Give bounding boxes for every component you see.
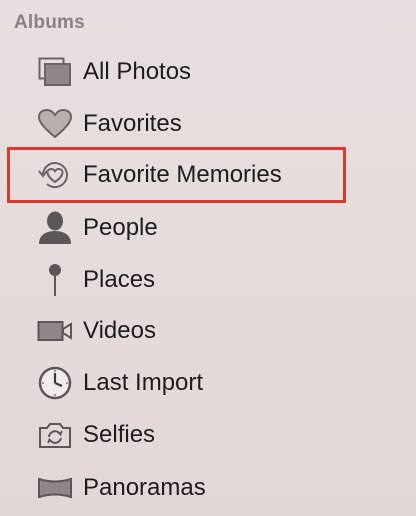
albums-section-header: Albums <box>14 12 85 33</box>
sidebar-item-label: Last Import <box>83 369 204 396</box>
sidebar-item-label: Videos <box>83 317 156 344</box>
sidebar-item-places[interactable]: Places <box>36 260 366 300</box>
person-icon <box>36 209 74 247</box>
sidebar-item-selfies[interactable]: Selfies <box>36 415 366 455</box>
sidebar-item-last-import[interactable]: Last Import <box>36 363 366 403</box>
sidebar-item-favorites[interactable]: Favorites <box>36 104 366 144</box>
selfie-camera-icon <box>36 416 74 454</box>
sidebar-item-label: Favorites <box>83 110 182 137</box>
clock-icon <box>36 364 74 402</box>
video-camera-icon <box>36 312 74 350</box>
sidebar-item-panoramas[interactable]: Panoramas <box>36 468 366 508</box>
sidebar-item-label: People <box>83 214 158 241</box>
highlight-annotation-box <box>7 147 346 203</box>
sidebar-item-videos[interactable]: Videos <box>36 311 366 351</box>
sidebar-item-label: All Photos <box>83 58 192 85</box>
sidebar-item-label: Places <box>83 266 156 293</box>
sidebar-item-label: Panoramas <box>83 474 206 501</box>
sidebar-item-people[interactable]: People <box>36 208 366 248</box>
photos-stack-icon <box>36 53 74 91</box>
pin-icon <box>36 261 74 299</box>
albums-sidebar: Albums All Photos Favorites Favorite Mem… <box>0 0 416 516</box>
panorama-icon <box>36 469 74 507</box>
sidebar-item-all-photos[interactable]: All Photos <box>36 52 366 92</box>
heart-icon <box>36 105 74 143</box>
sidebar-item-label: Selfies <box>83 421 156 448</box>
